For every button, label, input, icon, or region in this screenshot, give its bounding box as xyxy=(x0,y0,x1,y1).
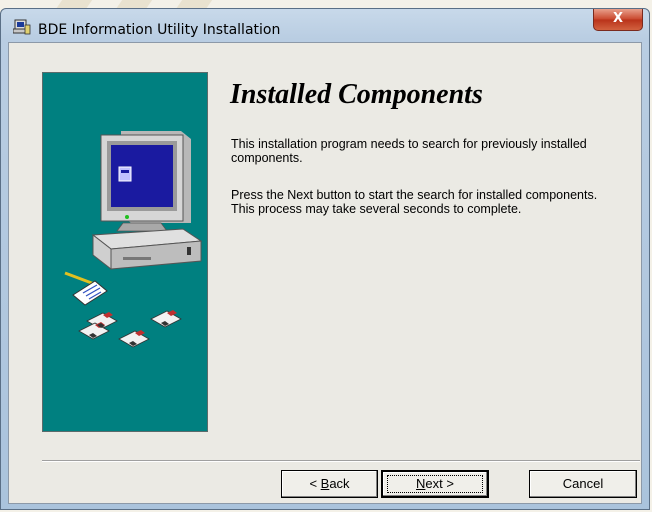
window-title: BDE Information Utility Installation xyxy=(38,22,281,38)
back-button[interactable]: < Back xyxy=(281,470,378,498)
back-button-prefix: < xyxy=(309,476,321,491)
page-title: Installed Components xyxy=(230,79,483,110)
close-button[interactable]: X xyxy=(593,9,643,31)
description-paragraph-1: This installation program needs to searc… xyxy=(231,137,587,165)
next-button[interactable]: Next > xyxy=(381,470,489,498)
setup-app-icon xyxy=(13,19,31,35)
installer-window: BDE Information Utility Installation X I… xyxy=(0,8,650,510)
dialog-client-area: Installed Components This installation p… xyxy=(8,42,642,504)
cancel-button-label: Cancel xyxy=(562,476,604,491)
cancel-button[interactable]: Cancel xyxy=(529,470,637,498)
back-button-rest: ack xyxy=(329,476,350,491)
description-paragraph-2: Press the Next button to start the searc… xyxy=(231,188,598,216)
side-panel xyxy=(42,72,208,432)
close-icon: X xyxy=(612,11,624,26)
title-bar[interactable]: BDE Information Utility Installation X xyxy=(1,9,649,41)
button-divider xyxy=(42,460,640,462)
focus-rectangle xyxy=(387,475,483,493)
floppy-disk-icon xyxy=(78,310,182,348)
